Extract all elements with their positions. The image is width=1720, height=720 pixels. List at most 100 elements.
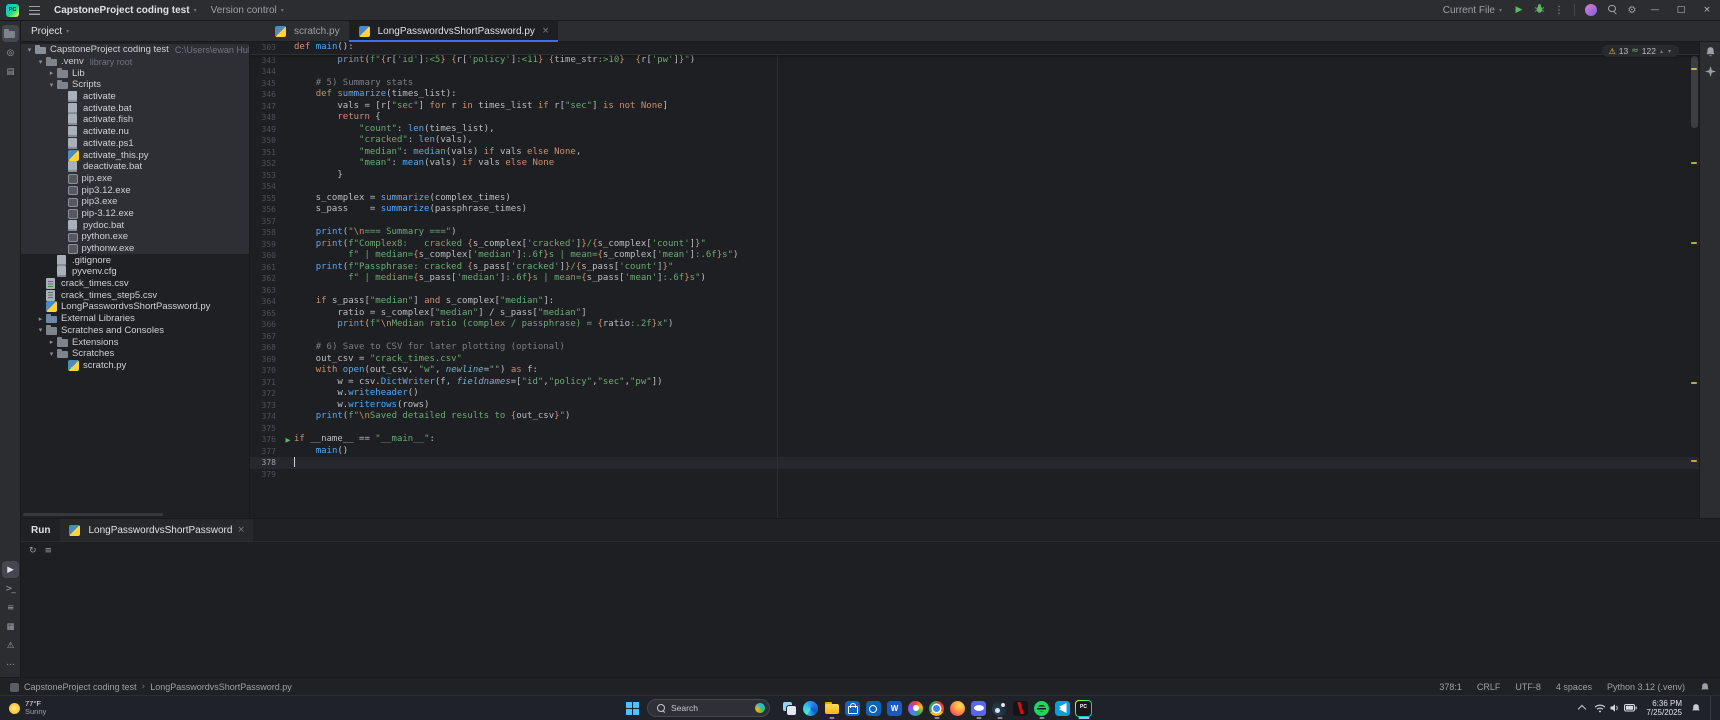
tree-item[interactable]: ▾ .venv library root bbox=[21, 55, 249, 68]
tree-item[interactable]: activate bbox=[21, 90, 249, 103]
line-number[interactable]: 348 bbox=[250, 113, 282, 122]
line-number[interactable]: 362 bbox=[250, 274, 282, 283]
chevron-down-icon[interactable]: ▾ bbox=[36, 326, 45, 334]
editor[interactable]: 303 def main(): 343 print(f"{r['id']:<5} … bbox=[250, 42, 1699, 518]
problems-tool-button[interactable]: ⚠ bbox=[2, 637, 19, 654]
line-number[interactable]: 350 bbox=[250, 136, 282, 145]
tree-item[interactable]: pyvenv.cfg bbox=[21, 266, 249, 278]
taskbar-app-steam[interactable] bbox=[989, 696, 1010, 720]
chevron-right-icon[interactable]: ▸ bbox=[47, 69, 56, 77]
prev-problem-icon[interactable]: ▴ bbox=[1659, 48, 1664, 55]
tree-item[interactable]: pydoc.bat bbox=[21, 219, 249, 231]
tree-item[interactable]: pip-3.12.exe bbox=[21, 207, 249, 220]
line-number[interactable]: 343 bbox=[250, 56, 282, 65]
notifications-bell-icon[interactable] bbox=[1705, 46, 1716, 58]
close-button[interactable]: × bbox=[1694, 0, 1720, 20]
editor-scrollbar[interactable] bbox=[1691, 56, 1698, 128]
notifications-icon[interactable] bbox=[1700, 682, 1710, 693]
tree-item[interactable]: crack_times.csv bbox=[21, 278, 249, 290]
typo-count[interactable]: 122 bbox=[1642, 46, 1656, 56]
rerun-icon[interactable]: ↻ bbox=[29, 546, 37, 556]
code-line[interactable]: 349 "count": len(times_list), bbox=[250, 124, 1699, 136]
line-number[interactable]: 359 bbox=[250, 240, 282, 249]
tree-item[interactable]: pip3.12.exe bbox=[21, 184, 249, 196]
tree-item[interactable]: ▾ CapstoneProject coding test C:\Users\ewa… bbox=[21, 44, 249, 56]
code-line[interactable]: 359 print(f"Complex8: cracked {s_complex… bbox=[250, 239, 1699, 251]
code-line[interactable]: 360 f" | median={s_complex['median']:.6f… bbox=[250, 250, 1699, 262]
code-line[interactable]: 348 return { bbox=[250, 112, 1699, 124]
code-line[interactable]: 367 bbox=[250, 331, 1699, 343]
taskbar-app-file-explorer[interactable] bbox=[821, 696, 842, 720]
line-number[interactable]: 347 bbox=[250, 102, 282, 111]
tree-item[interactable]: activate.fish bbox=[21, 114, 249, 126]
main-menu-icon[interactable] bbox=[29, 5, 40, 15]
tree-item[interactable]: pythonw.exe bbox=[21, 242, 249, 255]
taskbar-app-chrome[interactable] bbox=[926, 696, 947, 720]
line-number[interactable]: 378 bbox=[250, 458, 282, 467]
system-icons[interactable] bbox=[1594, 703, 1638, 713]
run-console[interactable] bbox=[21, 560, 1720, 677]
chevron-down-icon[interactable]: ▾ bbox=[47, 81, 56, 89]
line-number[interactable]: 352 bbox=[250, 159, 282, 168]
tree-item[interactable]: ▸ External Libraries bbox=[21, 313, 249, 325]
code-line[interactable]: 369 out_csv = "crack_times.csv" bbox=[250, 354, 1699, 366]
line-number[interactable]: 369 bbox=[250, 355, 282, 364]
line-number[interactable]: 361 bbox=[250, 263, 282, 272]
line-number[interactable]: 356 bbox=[250, 205, 282, 214]
tree-item[interactable]: ▾ Scratches and Consoles bbox=[21, 325, 249, 337]
line-number[interactable]: 373 bbox=[250, 401, 282, 410]
status-breadcrumb-project[interactable]: CapstoneProject coding test bbox=[24, 682, 137, 692]
line-number[interactable]: 355 bbox=[250, 194, 282, 203]
line-number[interactable]: 346 bbox=[250, 90, 282, 99]
line-number[interactable]: 303 bbox=[250, 43, 282, 52]
vcs-widget[interactable]: Version control ▾ bbox=[204, 3, 291, 18]
tree-item[interactable]: .gitignore bbox=[21, 254, 249, 266]
indent-setting[interactable]: 4 spaces bbox=[1556, 682, 1592, 692]
tree-item[interactable]: pip3.exe bbox=[21, 195, 249, 208]
taskbar-app-outlook[interactable] bbox=[863, 696, 884, 720]
tree-item[interactable]: ▸ Extensions bbox=[21, 336, 249, 348]
line-number[interactable]: 374 bbox=[250, 412, 282, 421]
code-line[interactable]: 358 print("\n=== Summary ===") bbox=[250, 227, 1699, 239]
line-number[interactable]: 372 bbox=[250, 389, 282, 398]
tab-scratch[interactable]: scratch.py bbox=[265, 21, 349, 41]
tree-item[interactable]: scratch.py bbox=[21, 359, 249, 372]
status-breadcrumb-file[interactable]: LongPasswordvsShortPassword.py bbox=[150, 682, 292, 692]
taskbar-app-pycharm[interactable] bbox=[1073, 696, 1094, 720]
tree-item[interactable]: activate.bat bbox=[21, 102, 249, 115]
stripe-mark[interactable] bbox=[1691, 382, 1697, 384]
line-number[interactable]: 363 bbox=[250, 286, 282, 295]
run-options-icon[interactable]: ≡ bbox=[45, 546, 53, 556]
tree-item[interactable]: LongPasswordvsShortPassword.py bbox=[21, 301, 249, 313]
chevron-down-icon[interactable]: ▾ bbox=[47, 350, 56, 358]
taskbar-clock[interactable]: 6:36 PM 7/25/2025 bbox=[1646, 699, 1682, 717]
inspections-widget[interactable]: ⚠ 13 ≈ 122 ▴ ▾ bbox=[1601, 45, 1679, 57]
code-line[interactable]: 347 vals = [r["sec"] for r in times_list… bbox=[250, 101, 1699, 113]
line-number[interactable]: 366 bbox=[250, 320, 282, 329]
line-number[interactable]: 367 bbox=[250, 332, 282, 341]
search-everywhere-button[interactable] bbox=[1602, 4, 1622, 16]
line-number[interactable]: 351 bbox=[250, 148, 282, 157]
line-number[interactable]: 353 bbox=[250, 171, 282, 180]
code-line[interactable]: 345 # 5) Summary stats bbox=[250, 78, 1699, 90]
code-line[interactable]: 371 w = csv.DictWriter(f, fieldnames=["i… bbox=[250, 377, 1699, 389]
code-line[interactable]: 379 bbox=[250, 469, 1699, 481]
minimize-button[interactable]: — bbox=[1642, 0, 1668, 20]
run-button[interactable]: ▶ bbox=[1509, 5, 1529, 15]
code-line[interactable]: 356 s_pass = summarize(passphrase_times) bbox=[250, 204, 1699, 216]
line-number[interactable]: 358 bbox=[250, 228, 282, 237]
code-line[interactable]: 376 ▶ if __name__ == "__main__": bbox=[250, 434, 1699, 446]
tree-item[interactable]: activate_this.py bbox=[21, 149, 249, 161]
code-line[interactable]: 361 print(f"Passphrase: cracked {s_pass[… bbox=[250, 262, 1699, 274]
code-line[interactable]: 378 bbox=[250, 457, 1699, 469]
tree-item[interactable]: crack_times_step5.csv bbox=[21, 289, 249, 301]
line-number[interactable]: 357 bbox=[250, 217, 282, 226]
taskbar-app-discord[interactable] bbox=[968, 696, 989, 720]
stripe-mark[interactable] bbox=[1691, 242, 1697, 244]
services-tool-button[interactable]: ▦ bbox=[2, 618, 19, 635]
weather-widget[interactable]: 77°F Sunny bbox=[0, 699, 189, 717]
code-line[interactable]: 368 # 6) Save to CSV for later plotting … bbox=[250, 342, 1699, 354]
code-line[interactable]: 344 bbox=[250, 66, 1699, 78]
code-line[interactable]: 352 "mean": mean(vals) if vals else None bbox=[250, 158, 1699, 170]
code-line[interactable]: 346 def summarize(times_list): bbox=[250, 89, 1699, 101]
